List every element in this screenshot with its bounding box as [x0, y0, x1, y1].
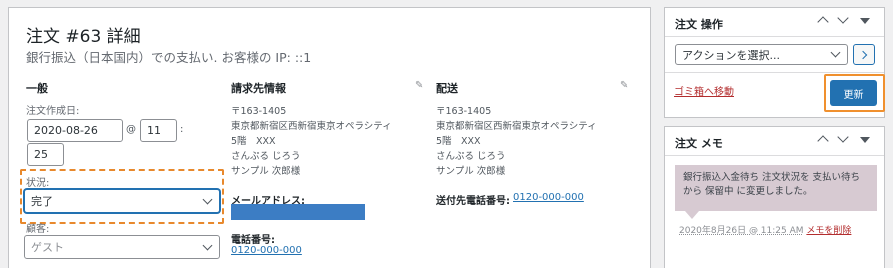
hour-input[interactable]: 11 [140, 119, 177, 142]
move-up-icon[interactable] [817, 135, 829, 147]
box-header: 注文 メモ [665, 127, 884, 156]
phone-label: 電話番号: [231, 235, 275, 246]
update-button[interactable]: 更新 [830, 80, 877, 106]
move-down-icon[interactable] [837, 131, 849, 143]
billing-address-line: 東京都新宿区西新宿東京オペラシティ [231, 121, 392, 132]
edit-shipping-icon[interactable]: ✎ [620, 81, 630, 91]
move-to-trash-link[interactable]: ゴミ箱へ移動 [674, 83, 734, 98]
order-action-select[interactable]: アクションを選択... [675, 44, 848, 65]
shipping-address-line: さんぷる じろう [436, 151, 506, 162]
at-separator: @ [126, 124, 136, 135]
shipping-address-line: 東京都新宿区西新宿東京オペラシティ [436, 121, 597, 132]
billing-address-line: 〒163-1405 [231, 106, 287, 117]
toggle-panel-icon[interactable] [860, 137, 870, 143]
box-title: 注文 メモ [675, 137, 723, 150]
page-title: 注文 #63 詳細 [26, 27, 141, 47]
shipping-heading: 配送 [436, 82, 458, 95]
move-down-icon[interactable] [837, 12, 849, 24]
chevron-down-icon [202, 194, 213, 204]
shipping-phone-link[interactable]: 0120-000-000 [513, 192, 584, 203]
status-value: 完了 [31, 195, 53, 208]
divider [665, 72, 884, 73]
move-up-icon[interactable] [817, 16, 829, 28]
note-meta: 2020年8月26日 @ 11:25 AM メモを削除 [679, 223, 851, 236]
customer-label: 顧客: [26, 224, 50, 235]
order-notes-box: 注文 メモ 銀行振込入金待ち 注文状況を 支払い待ち から 保留中 に変更しまし… [664, 126, 885, 268]
chevron-down-icon [830, 47, 841, 58]
customer-value: ゲスト [31, 241, 64, 254]
note-date: 2020年8月26日 @ 11:25 AM [679, 226, 804, 236]
shipping-address-line: 5階 XXX [436, 136, 481, 147]
minute-input[interactable]: 25 [27, 143, 64, 166]
order-data-panel: 注文 #63 詳細 銀行振込（日本国内）での支払い. お客様の IP: ::1 … [8, 7, 651, 268]
apply-action-button[interactable] [853, 44, 875, 65]
order-note: 銀行振込入金待ち 注文状況を 支払い待ち から 保留中 に変更しました。 [675, 165, 877, 211]
billing-phone-link[interactable]: 0120-000-000 [231, 245, 302, 256]
redacted-email [231, 204, 365, 220]
order-actions-box: 注文 操作 アクションを選択... ゴミ箱へ移動 更新 [664, 7, 885, 118]
payment-info: 銀行振込（日本国内）での支払い. お客様の IP: ::1 [26, 50, 312, 65]
shipping-address-line: サンプル 次郎様 [436, 166, 506, 177]
billing-address-line: さんぷる じろう [231, 151, 301, 162]
created-date-label: 注文作成日: [26, 106, 80, 117]
billing-heading: 請求先情報 [231, 82, 286, 95]
chevron-down-icon [202, 240, 213, 250]
order-action-value: アクションを選択... [682, 48, 780, 62]
toggle-panel-icon[interactable] [860, 18, 870, 24]
general-heading: 一般 [26, 82, 48, 95]
edit-billing-icon[interactable]: ✎ [415, 81, 425, 91]
colon-separator: : [180, 124, 184, 135]
customer-select[interactable]: ゲスト [24, 235, 220, 259]
status-label: 状況: [26, 178, 50, 189]
chevron-right-icon [858, 50, 868, 59]
billing-address-line: サンプル 次郎様 [231, 166, 301, 177]
shipping-phone-label: 送付先電話番号: [436, 196, 510, 207]
shipping-address-line: 〒163-1405 [436, 106, 492, 117]
note-tail [685, 211, 699, 219]
box-header: 注文 操作 [665, 8, 884, 37]
billing-address-line: 5階 XXX [231, 136, 276, 147]
date-input[interactable]: 2020-08-26 [27, 119, 123, 142]
box-title: 注文 操作 [675, 18, 723, 31]
delete-note-link[interactable]: メモを削除 [806, 226, 851, 236]
status-select[interactable]: 完了 [24, 189, 220, 213]
